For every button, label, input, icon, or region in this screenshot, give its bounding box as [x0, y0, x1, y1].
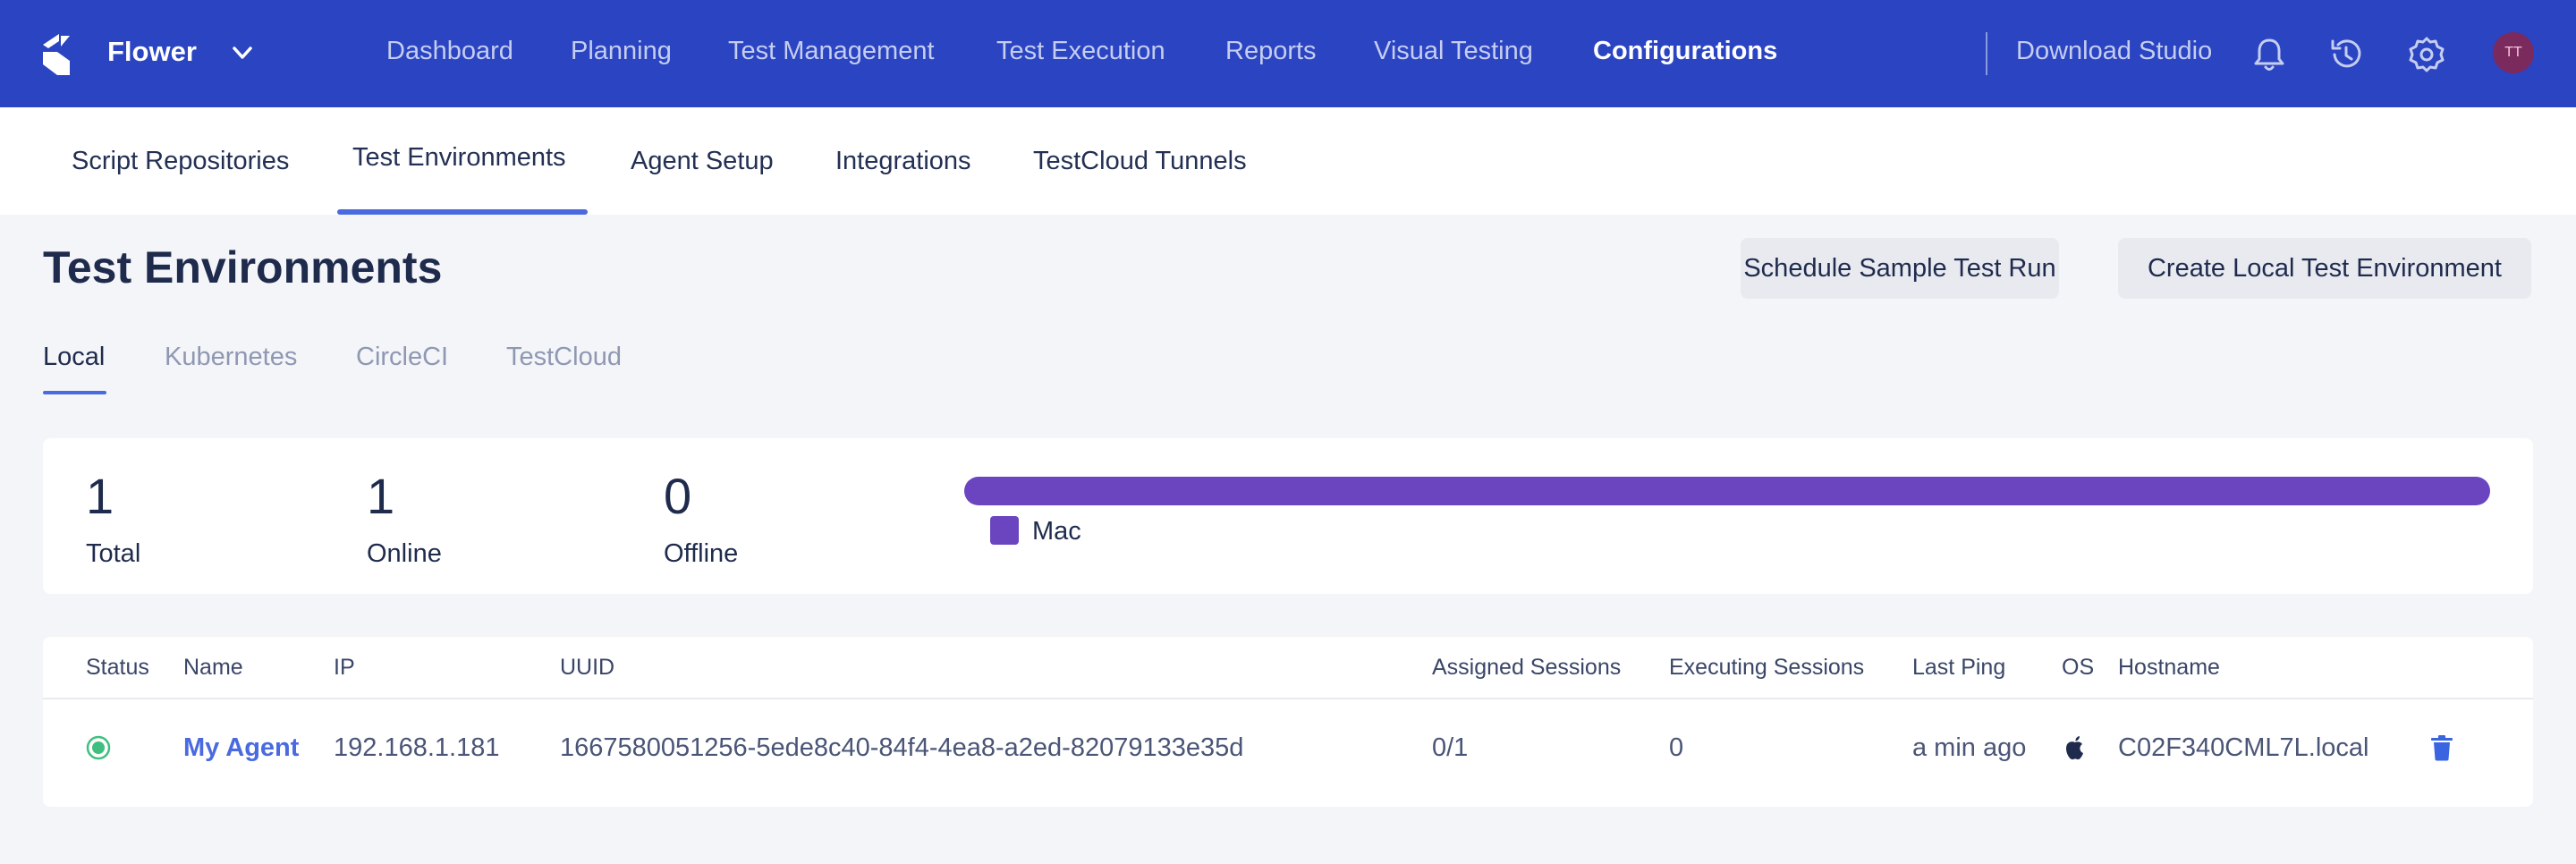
tab-testcloud-tunnels[interactable]: TestCloud Tunnels — [1033, 147, 1247, 176]
configuration-subnav: Script Repositories Test Environments Ag… — [0, 107, 2576, 215]
agent-summary-card — [43, 438, 2533, 594]
column-header-ip: IP — [334, 655, 355, 680]
env-tab-kubernetes[interactable]: Kubernetes — [165, 343, 297, 372]
bell-icon[interactable] — [2249, 34, 2290, 75]
online-label: Online — [367, 539, 442, 568]
tab-integrations[interactable]: Integrations — [835, 147, 971, 176]
mac-legend-swatch — [990, 516, 1019, 545]
history-icon[interactable] — [2326, 34, 2367, 75]
katalon-logo-icon[interactable] — [39, 32, 73, 77]
gear-icon[interactable] — [2406, 34, 2447, 75]
active-tab-indicator — [337, 209, 588, 215]
apple-icon — [2065, 736, 2083, 760]
mac-legend-label: Mac — [1032, 517, 1081, 546]
column-header-status: Status — [86, 655, 149, 680]
column-header-hostname: Hostname — [2118, 655, 2220, 680]
agent-assigned-sessions: 0/1 — [1432, 733, 1469, 762]
nav-planning[interactable]: Planning — [571, 37, 672, 66]
agent-last-ping: a min ago — [1912, 733, 2027, 762]
env-tab-circleci[interactable]: CircleCI — [356, 343, 448, 372]
agent-ip: 192.168.1.181 — [334, 733, 500, 762]
user-avatar[interactable]: TT — [2493, 32, 2534, 73]
nav-visual-testing[interactable]: Visual Testing — [1374, 37, 1533, 66]
offline-count: 0 — [664, 468, 692, 524]
nav-dashboard[interactable]: Dashboard — [386, 37, 513, 66]
column-header-name: Name — [183, 655, 243, 680]
top-navigation-bar: Flower Dashboard Planning Test Managemen… — [0, 0, 2576, 107]
column-header-uuid: UUID — [560, 655, 615, 680]
agent-hostname: C02F340CML7L.local — [2118, 733, 2369, 762]
agent-executing-sessions: 0 — [1669, 733, 1684, 762]
create-local-test-environment-button[interactable]: Create Local Test Environment — [2118, 238, 2531, 299]
agent-name-link[interactable]: My Agent — [183, 733, 299, 763]
nav-test-management[interactable]: Test Management — [728, 37, 935, 66]
schedule-sample-test-run-button[interactable]: Schedule Sample Test Run — [1741, 238, 2059, 299]
download-studio-link[interactable]: Download Studio — [2016, 37, 2212, 66]
online-status-icon — [86, 735, 111, 760]
column-header-assigned-sessions: Assigned Sessions — [1432, 655, 1622, 680]
nav-configurations[interactable]: Configurations — [1593, 37, 1777, 66]
nav-reports[interactable]: Reports — [1225, 37, 1317, 66]
env-tab-indicator — [43, 391, 106, 394]
chevron-down-icon[interactable] — [229, 39, 256, 66]
tab-script-repositories[interactable]: Script Repositories — [72, 147, 289, 176]
tab-test-environments[interactable]: Test Environments — [352, 143, 566, 173]
total-count: 1 — [86, 468, 114, 524]
table-header-divider — [43, 698, 2533, 699]
nav-divider — [1986, 32, 1987, 75]
env-tab-local[interactable]: Local — [43, 343, 105, 372]
column-header-executing-sessions: Executing Sessions — [1669, 655, 1865, 680]
os-distribution-bar — [964, 477, 2490, 505]
org-name[interactable]: Flower — [107, 36, 197, 68]
offline-label: Offline — [664, 539, 739, 568]
env-tab-testcloud[interactable]: TestCloud — [506, 343, 622, 372]
trash-icon[interactable] — [2429, 733, 2454, 762]
column-header-os: OS — [2062, 655, 2095, 680]
agent-uuid: 1667580051256-5ede8c40-84f4-4ea8-a2ed-82… — [560, 733, 1244, 762]
tab-agent-setup[interactable]: Agent Setup — [631, 147, 774, 176]
column-header-last-ping: Last Ping — [1912, 655, 2006, 680]
page-title: Test Environments — [43, 242, 443, 292]
nav-test-execution[interactable]: Test Execution — [996, 37, 1165, 66]
total-label: Total — [86, 539, 141, 568]
online-count: 1 — [367, 468, 395, 524]
